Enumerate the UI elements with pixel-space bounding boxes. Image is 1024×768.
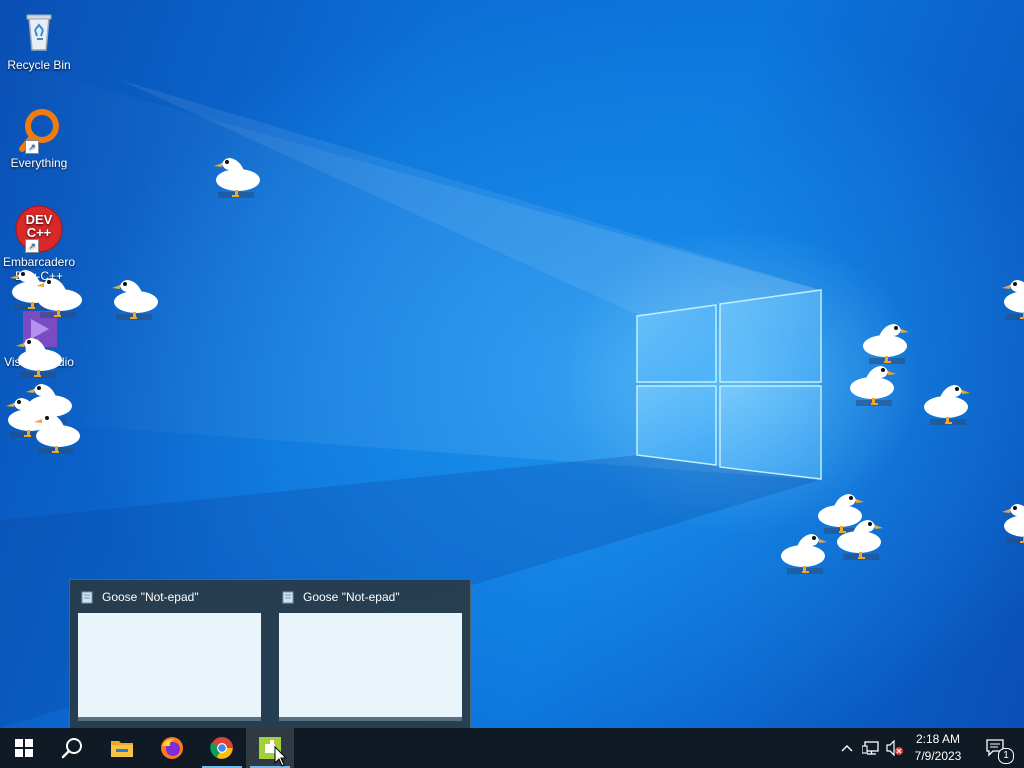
file-explorer-button[interactable] <box>98 728 146 768</box>
taskbar: 2:18 AM 7/9/2023 1 <box>0 728 1024 768</box>
search-icon <box>61 738 82 759</box>
notification-count-badge: 1 <box>998 748 1014 764</box>
thumbnail-window-2[interactable]: Goose "Not-epad" <box>271 580 467 728</box>
desktop-icon-recycle-bin[interactable]: Recycle Bin <box>2 8 76 72</box>
devcpp-icon: DEV C++ ↗ <box>15 205 63 253</box>
shortcut-arrow-icon: ↗ <box>25 239 39 253</box>
windows-logo-icon <box>15 739 33 757</box>
everything-search-icon: ↗ <box>15 106 63 154</box>
goose-sprite <box>28 406 88 460</box>
devcpp-badge-text: DEV C++ <box>25 212 53 240</box>
firefox-button[interactable] <box>148 728 196 768</box>
notepad-icon <box>281 590 295 604</box>
thumbnail-preview[interactable] <box>78 613 261 721</box>
network-button[interactable] <box>860 728 882 768</box>
show-hidden-icons-button[interactable] <box>836 728 858 768</box>
desktop-icon-label: Recycle Bin <box>7 58 71 72</box>
goose-sprite <box>208 150 268 204</box>
goose-sprite <box>842 358 902 412</box>
clock-date: 7/9/2023 <box>914 749 962 763</box>
thumbnail-title: Goose "Not-epad" <box>303 590 400 604</box>
goose-sprite <box>829 512 889 566</box>
chrome-button[interactable] <box>198 728 246 768</box>
desktop-icon-label: Everything <box>10 156 68 170</box>
shortcut-arrow-icon: ↗ <box>25 140 39 154</box>
goose-sprite <box>996 272 1024 326</box>
folder-icon <box>111 741 133 757</box>
taskbar-thumbnail-popup: Goose "Not-epad" Goose "Not-epad" <box>69 579 471 728</box>
recycle-bin-icon <box>15 8 63 56</box>
firefox-icon <box>161 737 183 759</box>
mouse-cursor-icon <box>274 746 288 767</box>
goose-sprite <box>30 270 90 324</box>
network-icon <box>862 741 879 755</box>
chevron-up-icon <box>841 745 853 752</box>
clock[interactable]: 2:18 AM 7/9/2023 <box>900 728 976 768</box>
goose-sprite <box>106 272 166 326</box>
goose-sprite <box>916 377 976 431</box>
clock-time: 2:18 AM <box>915 732 961 746</box>
thumbnail-preview[interactable] <box>279 613 462 721</box>
desktop[interactable]: Recycle Bin ↗ Everything DEV C++ ↗ Embar… <box>0 0 1024 728</box>
action-center-button[interactable]: 1 <box>978 728 1014 768</box>
goose-sprite <box>996 496 1024 550</box>
notepad-icon <box>80 590 94 604</box>
thumbnail-window-1[interactable]: Goose "Not-epad" <box>70 580 266 728</box>
desktop-icon-everything[interactable]: ↗ Everything <box>2 106 76 170</box>
goose-sprite <box>773 526 833 580</box>
search-button[interactable] <box>48 728 96 768</box>
thumbnail-title: Goose "Not-epad" <box>102 590 199 604</box>
chrome-icon <box>210 737 233 759</box>
start-button[interactable] <box>0 728 48 768</box>
